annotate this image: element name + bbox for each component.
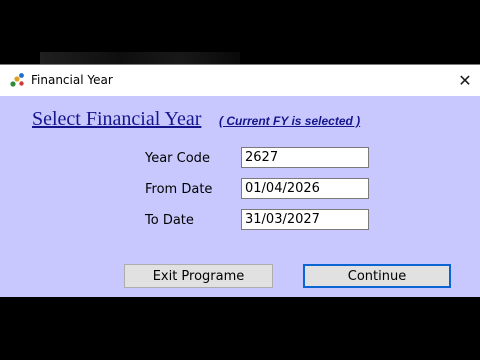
financial-year-dialog: Financial Year ✕ Select Financial Year (…: [0, 64, 480, 297]
continue-button[interactable]: Continue: [303, 264, 451, 288]
close-icon[interactable]: ✕: [450, 65, 480, 96]
to-date-field[interactable]: 31/03/2027: [241, 209, 369, 230]
year-code-field[interactable]: 2627: [241, 147, 369, 168]
page-title: Select Financial Year: [32, 108, 202, 130]
app-icon: [10, 73, 24, 87]
window-title: Financial Year: [31, 73, 113, 87]
from-date-label: From Date: [145, 182, 213, 197]
from-date-field[interactable]: 01/04/2026: [241, 178, 369, 199]
title-bar[interactable]: Financial Year ✕: [0, 65, 480, 96]
year-code-label: Year Code: [145, 151, 210, 166]
selection-note: ( Current FY is selected ): [219, 114, 361, 128]
exit-button[interactable]: Exit Programe: [124, 264, 273, 288]
to-date-label: To Date: [145, 213, 194, 228]
